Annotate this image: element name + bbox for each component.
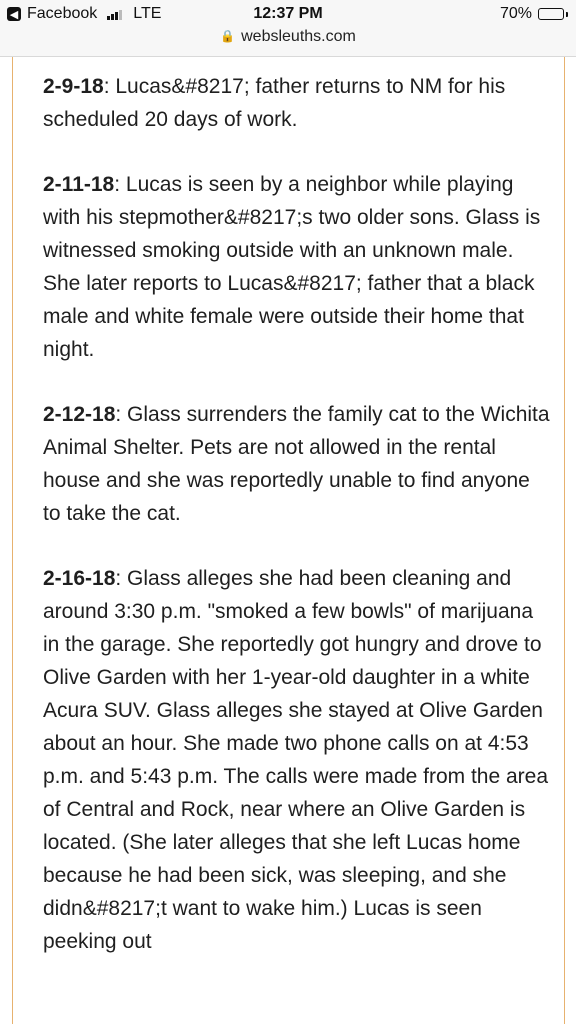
battery-icon [538, 8, 564, 20]
entry-text: : Lucas is seen by a neighbor while play… [43, 173, 541, 361]
address-bar[interactable]: 🔒 websleuths.com [0, 28, 576, 46]
battery-cap [566, 11, 568, 17]
battery-status: 70% [500, 5, 568, 23]
entry-date: 2-9-18 [43, 75, 104, 98]
timeline-entry: 2-11-18: Lucas is seen by a neighbor whi… [43, 168, 553, 366]
entry-date: 2-16-18 [43, 567, 116, 590]
clock: 12:37 PM [253, 5, 323, 22]
entry-date: 2-11-18 [43, 173, 115, 196]
entry-text: : Glass alleges she had been cleaning an… [43, 567, 549, 953]
battery-percent: 70% [499, 5, 532, 22]
entry-date: 2-12-18 [43, 403, 116, 426]
entry-text: : Glass surrenders the family cat to the… [43, 403, 550, 525]
timeline-entry: 2-9-18: Lucas&#8217; father returns to N… [43, 70, 553, 136]
timeline-entry: 2-16-18: Glass alleges she had been clea… [43, 562, 553, 958]
lock-icon: 🔒 [220, 29, 236, 43]
url-text: websleuths.com [241, 28, 356, 45]
article-body: 2-9-18: Lucas&#8217; father returns to N… [43, 70, 553, 990]
entry-text: : Lucas&#8217; father returns to NM for … [43, 75, 506, 131]
timeline-entry: 2-12-18: Glass surrenders the family cat… [43, 398, 553, 530]
status-bar: ◀ Facebook LTE 12:37 PM 70% 🔒 websleuths.… [0, 0, 576, 57]
